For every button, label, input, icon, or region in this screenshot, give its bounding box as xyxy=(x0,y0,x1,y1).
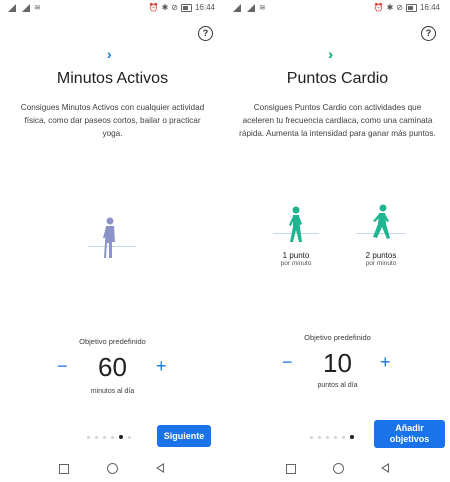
bluetooth-icon: ✱ xyxy=(386,3,394,12)
signal-icon xyxy=(245,4,256,12)
puntos-cardio-screen: ≋ ⏰ ✱ ⊘ 16:44 ? ›› Puntos Cardio Consigu… xyxy=(225,0,450,482)
system-nav-bar xyxy=(0,456,225,482)
page-dot xyxy=(95,435,98,439)
page-dot xyxy=(334,435,337,439)
signal-icon xyxy=(231,4,242,12)
figure1-caption-sub: por minuto xyxy=(280,260,312,267)
battery-icon xyxy=(180,3,192,12)
add-goals-line1: Añadir xyxy=(395,423,424,433)
goal-unit: puntos al día xyxy=(317,382,358,389)
minutos-activos-screen: ≋ ⏰ ✱ ⊘ 16:44 ? › Minutos Activos Consig… xyxy=(0,0,225,482)
wifi-icon: ≋ xyxy=(259,3,266,12)
figure2-caption-text: 2 puntos xyxy=(365,251,397,260)
nav-recents-icon[interactable] xyxy=(59,464,69,474)
nav-back-icon[interactable] xyxy=(381,463,389,473)
status-bar: ≋ ⏰ ✱ ⊘ 16:44 xyxy=(0,0,225,16)
chevron-right-icon: › xyxy=(107,46,112,62)
page-dot xyxy=(342,435,345,439)
page-title: Puntos Cardio xyxy=(286,70,389,87)
add-goals-line2: objetivos xyxy=(389,434,430,444)
nav-back-icon[interactable] xyxy=(156,463,164,473)
page-dot xyxy=(326,435,329,439)
page-dot xyxy=(103,435,106,439)
page-dot-active xyxy=(350,435,354,439)
page-dot xyxy=(310,435,313,439)
mute-icon: ⊘ xyxy=(171,3,178,12)
walking-person-icon xyxy=(289,206,302,242)
page-indicator xyxy=(310,435,354,439)
figure1-caption: 1 punto por minuto xyxy=(266,251,326,267)
increase-button[interactable]: + xyxy=(380,353,391,371)
nav-home-icon[interactable] xyxy=(333,463,344,474)
page-dot-active xyxy=(119,435,123,439)
description: Consigues Minutos Activos con cualquier … xyxy=(20,103,205,138)
alarm-icon: ⏰ xyxy=(373,3,384,12)
running-person-icon xyxy=(373,204,390,239)
goal-value: 10 xyxy=(323,348,352,378)
status-bar: ≋ ⏰ ✱ ⊘ 16:44 xyxy=(225,0,450,16)
page-dot xyxy=(318,435,321,439)
help-icon[interactable]: ? xyxy=(198,26,213,41)
help-icon[interactable]: ? xyxy=(421,26,436,41)
signal-icon xyxy=(20,4,31,12)
person-standing-icon xyxy=(103,217,115,258)
bluetooth-icon: ✱ xyxy=(161,3,169,12)
page-title: Minutos Activos xyxy=(56,70,169,87)
status-time: 16:44 xyxy=(194,3,215,12)
alarm-icon: ⏰ xyxy=(148,3,159,12)
status-time: 16:44 xyxy=(419,3,440,12)
double-chevron-icon: ›› xyxy=(328,46,335,62)
page-dot xyxy=(128,435,131,439)
figure1-caption-text: 1 punto xyxy=(282,251,310,260)
signal-icon xyxy=(6,4,17,12)
battery-icon xyxy=(405,3,417,12)
figure2-caption-sub: por minuto xyxy=(365,260,397,267)
goal-value: 60 xyxy=(98,352,127,382)
nav-recents-icon[interactable] xyxy=(286,464,296,474)
goal-unit: minutos al día xyxy=(90,388,135,395)
add-goals-button[interactable]: Añadir objetivos xyxy=(374,420,445,448)
mute-icon: ⊘ xyxy=(396,3,403,12)
goal-label: Objetivo predefinido xyxy=(304,333,371,342)
figure2-caption: 2 puntos por minuto xyxy=(351,251,411,267)
wifi-icon: ≋ xyxy=(34,3,41,12)
page-dot xyxy=(87,435,90,439)
goal-label: Objetivo predefinido xyxy=(79,337,146,346)
next-button[interactable]: Siguiente xyxy=(157,425,211,447)
system-nav-bar xyxy=(225,456,450,482)
description: Consigues Puntos Cardio con actividades … xyxy=(239,103,436,138)
page-dot xyxy=(111,435,114,439)
increase-button[interactable]: + xyxy=(156,357,167,375)
nav-home-icon[interactable] xyxy=(107,463,118,474)
page-indicator xyxy=(87,435,131,439)
